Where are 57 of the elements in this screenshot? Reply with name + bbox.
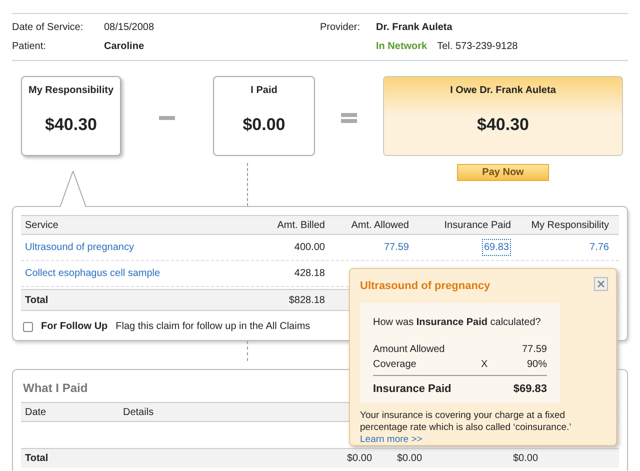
dashed-connector	[247, 163, 248, 206]
close-button[interactable]	[594, 277, 608, 291]
card-amount: $40.30	[477, 114, 529, 136]
follow-up-description: Flag this claim for follow up in the All Claims	[116, 320, 310, 334]
card-label: I Owe Dr. Frank Auleta	[450, 84, 556, 98]
close-icon	[597, 280, 605, 288]
learn-more-link[interactable]: Learn more >>	[360, 434, 422, 445]
column-header: Date	[24, 406, 48, 420]
card-amount: $0.00	[242, 114, 286, 136]
card-label: I Paid	[250, 84, 278, 98]
column-header: Amt. Allowed	[350, 218, 409, 232]
field-label: Patient:	[12, 40, 47, 54]
follow-up-checkbox[interactable]	[23, 322, 33, 332]
service-link[interactable]: Collect esophagus cell sample	[21, 266, 243, 281]
question-text: How was Insurance Paid calculated?	[373, 316, 542, 330]
column-header: Details	[123, 406, 155, 420]
column-header: Service	[24, 218, 60, 232]
calculation-value: 77.59	[520, 342, 547, 356]
column-header: Amt. Billed	[276, 218, 325, 232]
amount-link[interactable]: 7.76	[511, 240, 613, 255]
explanation-text: Your insurance is covering your charge at a fixed percentage rate which is also called ‘coinsurance.’ Learn more >>	[360, 410, 572, 446]
amount-link[interactable]: 77.59	[325, 240, 409, 255]
network-status: In Network	[376, 40, 428, 54]
field-label: Date of Service:	[12, 21, 84, 35]
equals-sign	[341, 113, 357, 123]
pointer-arrow	[60, 171, 86, 207]
calculation-label: Coverage	[373, 358, 418, 372]
result-label: Insurance Paid	[373, 382, 452, 396]
table-cell-text: $0.00	[397, 452, 424, 466]
field-label: Provider:	[320, 21, 362, 35]
column-header: Insurance Paid	[443, 218, 511, 232]
minus-sign	[159, 116, 175, 120]
amount-link[interactable]: 69.83	[482, 239, 511, 256]
total-label: Total	[24, 452, 50, 466]
total-label: Total	[24, 294, 50, 308]
table-cell-text: 400.00	[293, 241, 325, 255]
table-cell-text: 428.18	[293, 267, 325, 281]
card-amount: $40.30	[45, 114, 97, 136]
phone-number: Tel. 573-239-9128	[437, 40, 518, 54]
card-label: My Responsibility	[28, 84, 114, 98]
result-value: $69.83	[513, 382, 547, 396]
column-header: My Responsibility	[530, 218, 610, 232]
service-link[interactable]: Ultrasound of pregnancy	[21, 240, 243, 255]
table-cell-text: $0.00	[347, 452, 374, 466]
calculation-value: 90%	[526, 358, 547, 372]
provider-name: Dr. Frank Auleta	[376, 21, 452, 35]
pay-now-button[interactable]: Pay Now	[457, 164, 549, 181]
operator-sign: X	[481, 358, 489, 372]
table-cell-text: $828.18	[288, 294, 325, 308]
table-cell-text: $0.00	[513, 452, 540, 466]
checkbox-label: For Follow Up	[41, 320, 108, 334]
field-value: Caroline	[104, 40, 144, 54]
field-value: 08/15/2008	[104, 21, 154, 35]
popup-title: Ultrasound of pregnancy	[360, 279, 490, 294]
panel-title: What I Paid	[23, 380, 88, 397]
dashed-connector	[247, 341, 248, 361]
calculation-label: Amount Allowed	[373, 342, 446, 356]
